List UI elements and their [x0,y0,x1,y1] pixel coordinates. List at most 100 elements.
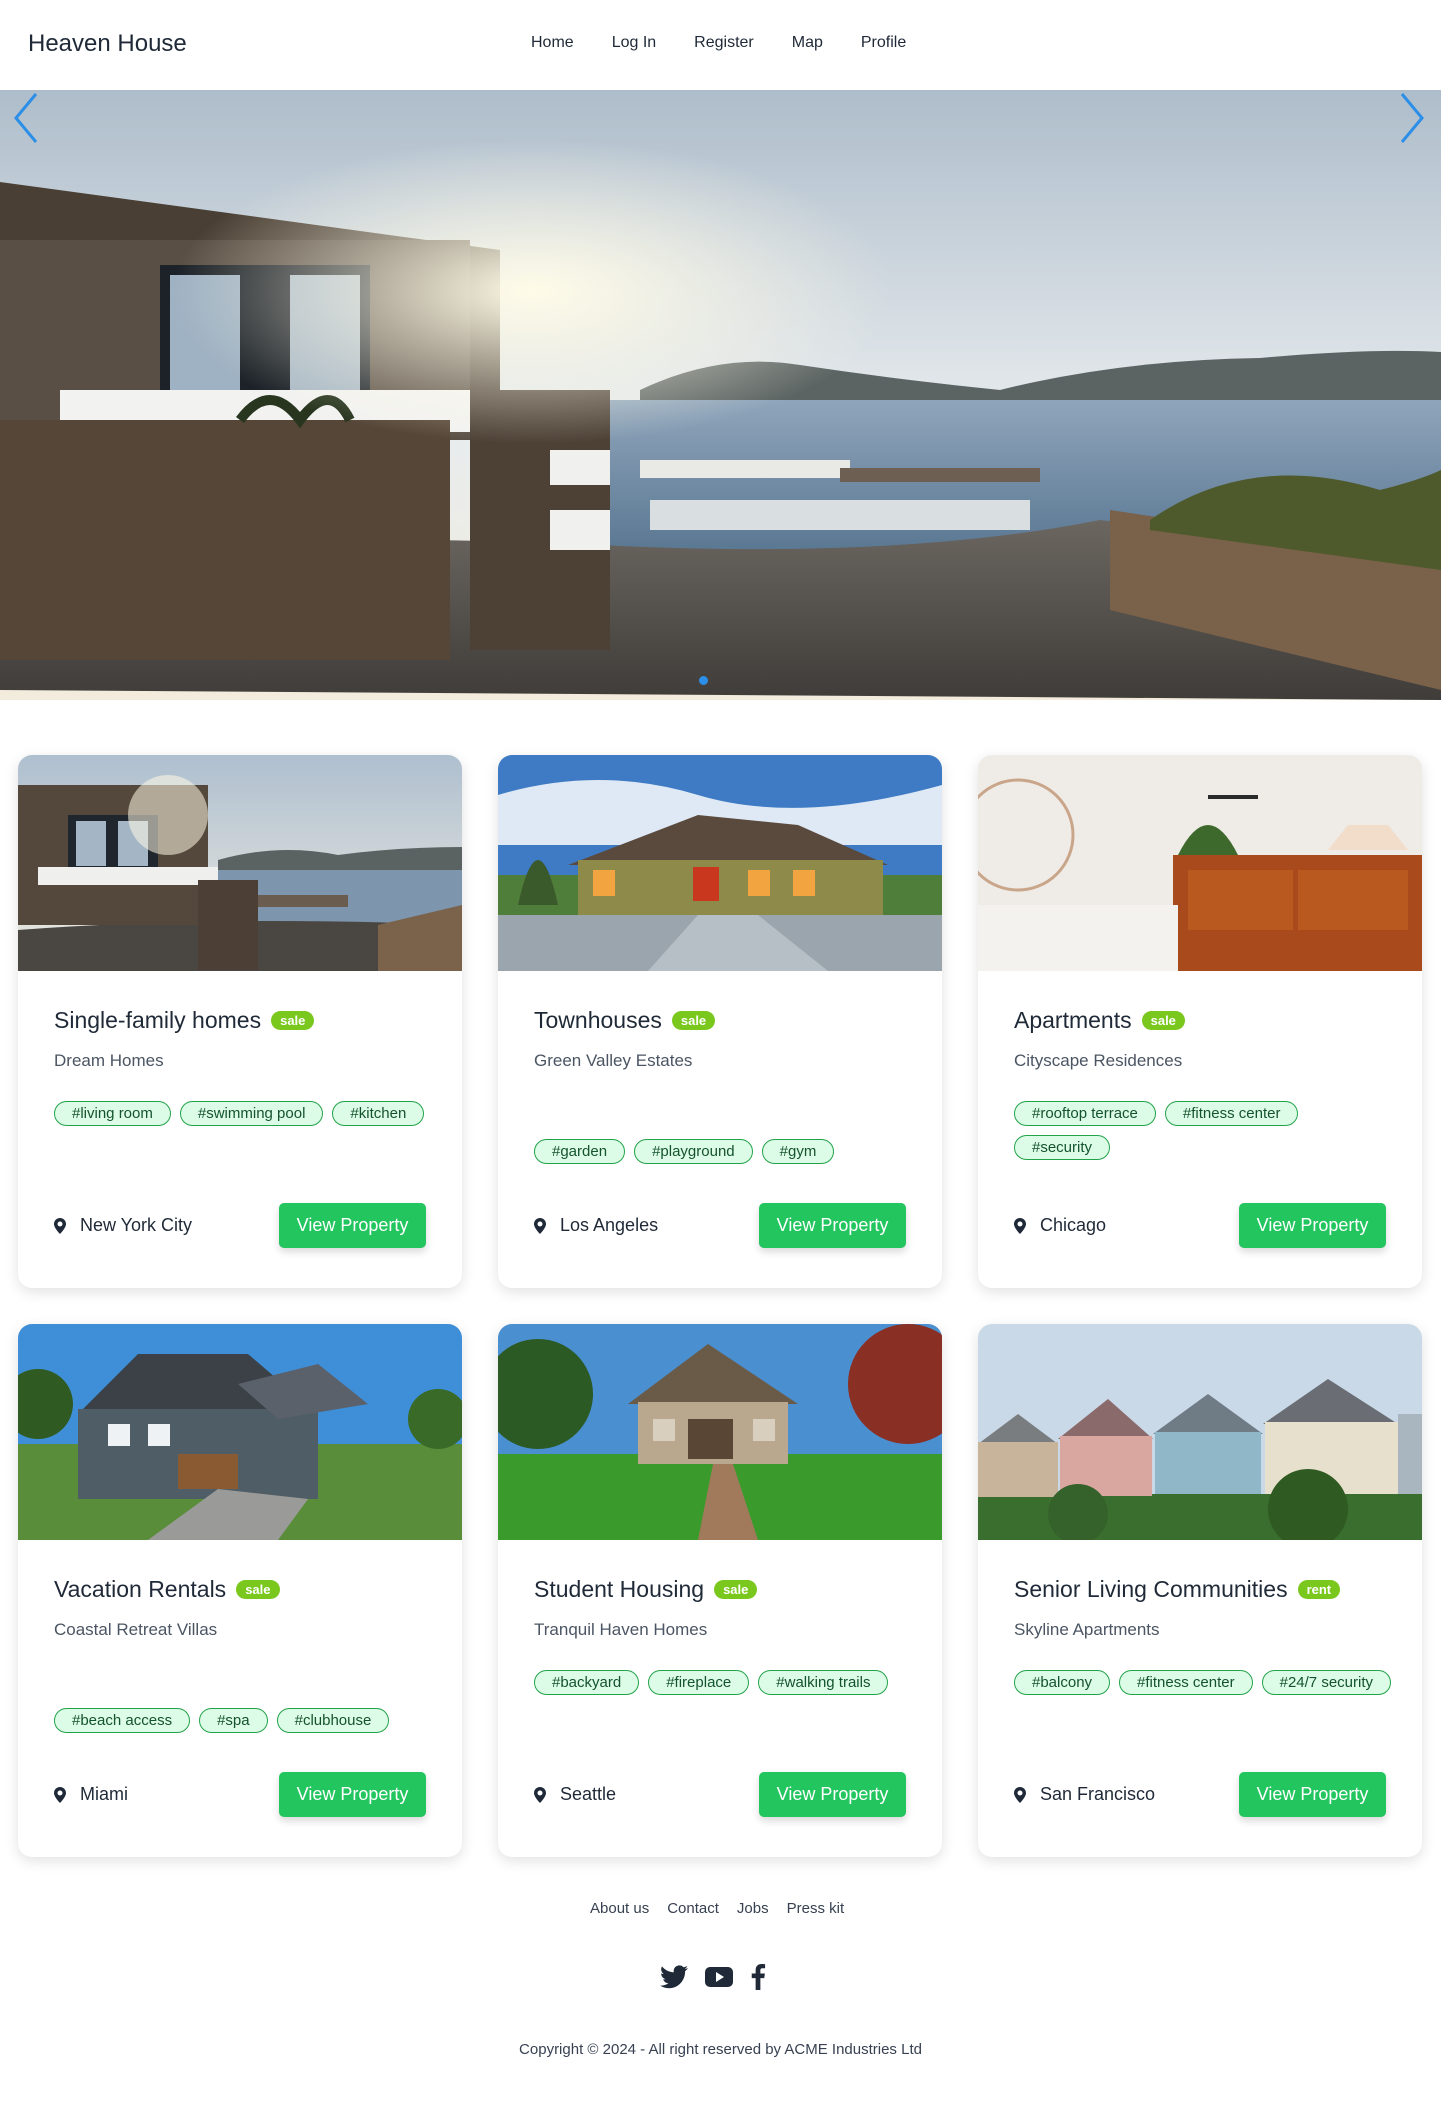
listing-type-badge: sale [236,1580,280,1599]
card-subtitle: Coastal Retreat Villas [54,1620,218,1639]
nav-links: Home Log In Register Map Profile [531,34,944,52]
location-label: Miami [80,1784,128,1804]
tag[interactable]: #backyard [534,1670,640,1695]
brand-logo[interactable]: Heaven House [28,30,187,58]
tag[interactable]: #fitness center [1119,1670,1253,1695]
tag[interactable]: #playground [634,1139,753,1164]
view-property-button[interactable]: View Property [759,1203,906,1248]
twitter-icon[interactable] [660,1965,688,1989]
view-property-button[interactable]: View Property [759,1772,906,1817]
view-property-button[interactable]: View Property [1239,1772,1386,1817]
card-title-row: Vacation Rentals sale [54,1576,280,1603]
nav-link-home[interactable]: Home [531,34,574,52]
map-pin-icon [1014,1786,1026,1803]
tag[interactable]: #rooftop terrace [1014,1101,1156,1126]
footer-link-about[interactable]: About us [590,1900,649,1917]
map-pin-icon [54,1217,66,1234]
card-body: Student Housing sale Tranquil Haven Home… [498,1540,942,1857]
card-subtitle: Skyline Apartments [1014,1620,1160,1639]
youtube-icon[interactable] [705,1966,733,1988]
property-card: Apartments sale Cityscape Residences #ro… [978,755,1422,1288]
card-title[interactable]: Student Housing [534,1576,704,1603]
carousel-indicator-dot[interactable] [699,676,708,685]
property-image [18,1324,462,1540]
card-title[interactable]: Single-family homes [54,1007,261,1034]
location: Seattle [534,1784,616,1805]
location: New York City [54,1215,192,1236]
property-image [498,755,942,971]
carousel-next-chevron-right-icon[interactable] [1398,90,1426,146]
tag[interactable]: #garden [534,1139,626,1164]
location-label: New York City [80,1215,193,1235]
property-card: Student Housing sale Tranquil Haven Home… [498,1324,942,1857]
listing-type-badge: sale [1141,1011,1185,1030]
tag-list: #garden #playground #gym [534,1139,914,1164]
tag[interactable]: #gym [761,1139,835,1164]
card-title-row: Student Housing sale [534,1576,758,1603]
card-title[interactable]: Townhouses [534,1007,662,1034]
tag[interactable]: #24/7 security [1261,1670,1391,1695]
tag[interactable]: #security [1014,1135,1111,1160]
view-property-button[interactable]: View Property [279,1203,426,1248]
tag[interactable]: #spa [199,1708,268,1733]
footer-link-jobs[interactable]: Jobs [737,1900,769,1917]
tag[interactable]: #living room [54,1101,171,1126]
card-body: Apartments sale Cityscape Residences #ro… [978,971,1422,1288]
card-body: Single-family homes sale Dream Homes #li… [18,971,462,1288]
tag[interactable]: #balcony [1014,1670,1111,1695]
social-links [660,1964,766,1990]
card-subtitle: Green Valley Estates [534,1051,693,1070]
footer-links: About us Contact Jobs Press kit [590,1900,862,1917]
map-pin-icon [534,1786,546,1803]
listing-type-badge: sale [714,1580,758,1599]
footer-link-press-kit[interactable]: Press kit [787,1900,845,1917]
card-body: Vacation Rentals sale Coastal Retreat Vi… [18,1540,462,1857]
listing-type-badge: rent [1297,1580,1341,1599]
card-title[interactable]: Senior Living Communities [1014,1576,1288,1603]
card-title-row: Townhouses sale [534,1007,716,1034]
hero-carousel [0,90,1441,700]
view-property-button[interactable]: View Property [1239,1203,1386,1248]
property-image [498,1324,942,1540]
nav-link-profile[interactable]: Profile [861,34,906,52]
location-label: Los Angeles [560,1215,659,1235]
view-property-button[interactable]: View Property [279,1772,426,1817]
card-subtitle: Cityscape Residences [1014,1051,1183,1070]
tag[interactable]: #kitchen [332,1101,425,1126]
map-pin-icon [54,1786,66,1803]
tag[interactable]: #beach access [54,1708,191,1733]
tag[interactable]: #walking trails [758,1670,889,1695]
location: Miami [54,1784,128,1805]
tag[interactable]: #swimming pool [179,1101,324,1126]
copyright-text: Copyright © 2024 - All right reserved by… [519,2041,922,2058]
card-title-row: Senior Living Communities rent [1014,1576,1341,1603]
property-grid: Single-family homes sale Dream Homes #li… [18,755,1423,1857]
card-title[interactable]: Apartments [1014,1007,1132,1034]
location: Chicago [1014,1215,1106,1236]
location-label: San Francisco [1040,1784,1156,1804]
facebook-icon[interactable] [750,1964,766,1990]
card-body: Senior Living Communities rent Skyline A… [978,1540,1422,1857]
tag[interactable]: #fireplace [648,1670,750,1695]
nav-link-register[interactable]: Register [694,34,754,52]
tag[interactable]: #clubhouse [276,1708,390,1733]
nav-link-map[interactable]: Map [792,34,823,52]
carousel-prev-chevron-left-icon[interactable] [12,90,40,146]
listing-type-badge: sale [671,1011,716,1030]
property-card: Vacation Rentals sale Coastal Retreat Vi… [18,1324,462,1857]
listing-type-badge: sale [271,1011,315,1030]
tag[interactable]: #fitness center [1164,1101,1299,1126]
property-card: Townhouses sale Green Valley Estates #ga… [498,755,942,1288]
property-image [18,755,462,971]
card-title[interactable]: Vacation Rentals [54,1576,226,1603]
tag-list: #rooftop terrace #fitness center #securi… [1014,1101,1394,1160]
navbar: Heaven House Home Log In Register Map Pr… [0,0,1441,90]
property-image [978,755,1422,971]
location: San Francisco [1014,1784,1155,1805]
card-title-row: Single-family homes sale [54,1007,315,1034]
footer-link-contact[interactable]: Contact [667,1900,719,1917]
location-label: Seattle [560,1784,617,1804]
nav-link-login[interactable]: Log In [612,34,656,52]
card-title-row: Apartments sale [1014,1007,1185,1034]
map-pin-icon [534,1217,546,1234]
